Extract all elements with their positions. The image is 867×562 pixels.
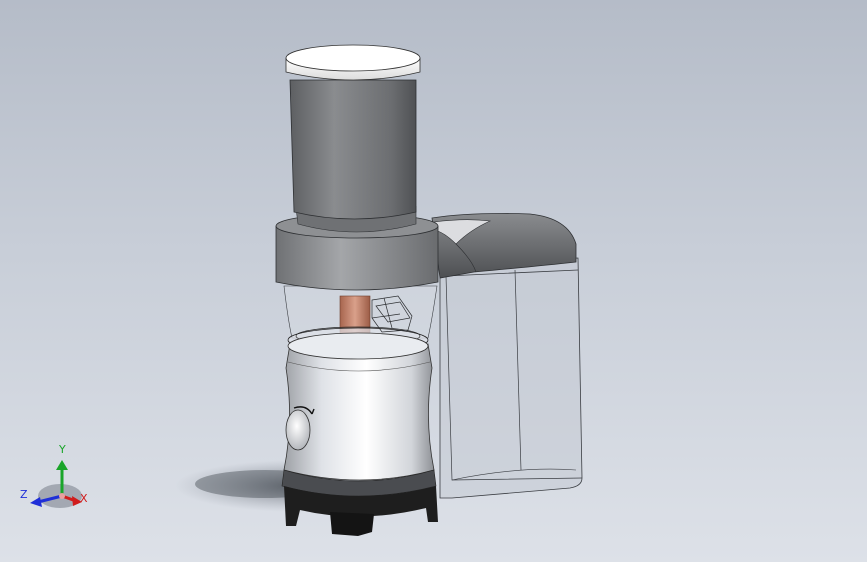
coordinate-triad[interactable] [30,460,82,508]
pulp-container[interactable] [439,257,583,499]
z-axis-arrowhead [30,497,42,507]
y-axis-label: Y [59,443,66,456]
graphics-viewport[interactable]: Y Z X [0,0,867,562]
pusher-lid[interactable] [285,44,421,81]
juicer-3d-model[interactable] [0,0,867,562]
z-axis-label: Z [20,488,28,501]
feed-chute[interactable] [289,79,417,220]
x-axis-label: X [80,492,88,505]
y-axis-arrowhead [56,460,68,470]
triad-origin [59,493,65,499]
